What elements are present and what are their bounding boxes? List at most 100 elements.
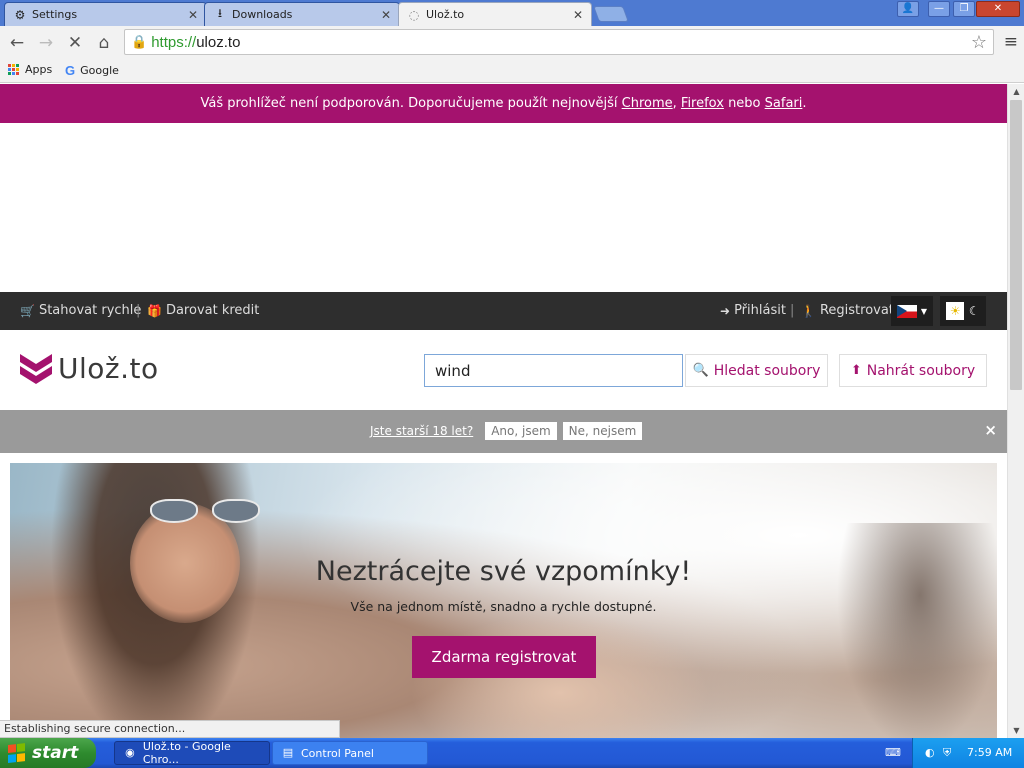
taskbar-item-label: Ulož.to - Google Chro...	[142, 740, 231, 766]
google-icon: G	[65, 63, 76, 78]
ulozto-logo-icon	[20, 353, 52, 384]
close-icon[interactable]: ✕	[573, 8, 583, 22]
age-question-link[interactable]: Jste starší 18 let?	[370, 424, 473, 438]
taskbar-item-chrome[interactable]: ◉ Ulož.to - Google Chro...	[114, 740, 270, 766]
windows-taskbar: start ◉ Ulož.to - Google Chro... ▤ Contr…	[0, 738, 1024, 768]
warning-or: nebo	[723, 96, 765, 111]
home-icon[interactable]: ⌂	[92, 31, 116, 55]
age-yes-button[interactable]: Ano, jsem	[485, 422, 557, 440]
download-fast-label: Stahovat rychle	[38, 303, 142, 318]
scrollbar-thumb[interactable]	[1010, 100, 1022, 390]
keyboard-icon[interactable]: ⌨	[885, 746, 901, 759]
warning-text: Váš prohlížeč není podporován. Doporučuj…	[200, 96, 622, 111]
close-icon[interactable]: ✕	[381, 8, 391, 22]
apps-grid-icon	[8, 64, 19, 75]
czech-flag-icon	[896, 304, 917, 318]
chrome-link[interactable]: Chrome	[622, 96, 673, 111]
maximize-button[interactable]: ❐	[953, 1, 975, 17]
hero-photo-sunglasses	[150, 499, 260, 525]
bookmark-star-icon[interactable]: ☆	[971, 32, 987, 53]
hero-banner: Neztrácejte své vzpomínky! Vše na jednom…	[10, 463, 997, 738]
download-icon: ⭳	[217, 6, 223, 20]
safari-link[interactable]: Safari	[765, 96, 803, 111]
register-free-button[interactable]: Zdarma registrovat	[412, 636, 596, 678]
cart-icon: 🛒	[20, 303, 35, 318]
address-bar[interactable]: 🔒 https:// uloz.to ☆	[124, 29, 994, 55]
hero-title: Neztrácejte své vzpomínky!	[315, 556, 692, 587]
bookmark-google[interactable]: G Google	[65, 63, 119, 78]
control-panel-icon: ▤	[282, 746, 294, 759]
minimize-button[interactable]: —	[928, 1, 950, 17]
bookmark-label: Google	[80, 64, 119, 77]
clock: 7:59 AM	[967, 746, 1013, 759]
security-icon[interactable]: ⛨	[943, 746, 951, 760]
status-bubble: Establishing secure connection...	[0, 720, 340, 738]
tab-downloads[interactable]: ⭳ Downloads ✕	[204, 2, 400, 26]
gear-icon: ⚙	[14, 7, 26, 22]
separator: |	[790, 303, 795, 318]
close-window-button[interactable]: ✕	[976, 1, 1020, 17]
bookmark-apps[interactable]: Apps	[8, 63, 52, 76]
warning-comma: ,	[672, 96, 681, 111]
page-scrollbar[interactable]: ▲ ▼	[1007, 84, 1024, 738]
login-link[interactable]: ➜ Přihlásit	[720, 303, 786, 318]
bookmark-label: Apps	[25, 63, 53, 76]
firefox-link[interactable]: Firefox	[681, 96, 724, 111]
network-icon[interactable]: ◐	[925, 746, 935, 759]
tab-label: Downloads	[232, 8, 293, 21]
url-scheme: https://	[151, 33, 197, 51]
chrome-icon: ◉	[125, 746, 135, 759]
chevron-down-icon: ▼	[920, 306, 928, 316]
browser-toolbar: ← → ✕ ⌂ 🔒 https:// uloz.to ☆ ≡	[0, 26, 1024, 59]
user-profile-icon[interactable]: 👤	[897, 1, 919, 17]
search-button-label: Hledat soubory	[713, 362, 821, 379]
page-viewport: Váš prohlížeč není podporován. Doporučuj…	[0, 84, 1007, 738]
system-tray: ◐ ⛨ 7:59 AM	[912, 738, 1024, 768]
register-label: Registrovat	[819, 303, 894, 318]
taskbar-item-control-panel[interactable]: ▤ Control Panel	[272, 741, 428, 765]
tab-settings[interactable]: ⚙ Settings ✕	[4, 2, 207, 26]
site-logo[interactable]: Ulož.to	[20, 352, 159, 385]
logo-text: Ulož.to	[58, 352, 159, 385]
hero-subtitle: Vše na jednom místě, snadno a rychle dos…	[350, 599, 657, 614]
theme-toggle[interactable]: ☀ ☾	[940, 296, 986, 326]
back-arrow-icon[interactable]: ←	[5, 31, 29, 55]
upload-button[interactable]: ⬆ Nahrát soubory	[839, 354, 987, 387]
download-fast-link[interactable]: 🛒 Stahovat rychle	[20, 303, 141, 318]
donate-credit-link[interactable]: 🎁 Darovat kredit	[147, 303, 259, 318]
search-button[interactable]: 🔍 Hledat soubory	[685, 354, 828, 387]
language-selector[interactable]: ▼	[891, 296, 933, 326]
separator: |	[136, 303, 141, 318]
scroll-down-icon[interactable]: ▼	[1008, 726, 1024, 735]
age-verification-bar: Jste starší 18 let? Ano, jsem Ne, nejsem…	[0, 410, 1007, 453]
taskbar-item-label: Control Panel	[301, 746, 374, 760]
scroll-up-icon[interactable]: ▲	[1008, 87, 1024, 96]
register-link[interactable]: 🚶 Registrovat	[801, 303, 894, 318]
top-navigation-bar: 🛒 Stahovat rychle | 🎁 Darovat kredit ➜ P…	[0, 292, 1007, 330]
stop-loading-icon[interactable]: ✕	[63, 31, 87, 55]
upload-icon: ⬆	[850, 363, 862, 378]
gift-icon: 🎁	[147, 303, 162, 318]
tab-strip: ⚙ Settings ✕ ⭳ Downloads ✕ ◌ Ulož.to ✕ 👤…	[0, 0, 1024, 26]
loading-spinner-icon: ◌	[408, 7, 420, 22]
moon-icon[interactable]: ☾	[969, 304, 980, 318]
search-input[interactable]	[424, 354, 683, 387]
url-host: uloz.to	[196, 33, 241, 51]
age-no-button[interactable]: Ne, nejsem	[562, 422, 643, 440]
close-icon[interactable]: ×	[984, 421, 997, 439]
start-label: start	[32, 743, 79, 763]
start-button[interactable]: start	[0, 738, 96, 768]
tab-label: Settings	[32, 8, 78, 21]
new-tab-button[interactable]	[593, 6, 629, 22]
site-header: Ulož.to 🔍 Hledat soubory ⬆ Nahrát soubor…	[0, 330, 1007, 410]
search-icon: 🔍	[692, 363, 709, 378]
ad-space	[0, 123, 1007, 292]
tab-ulozto[interactable]: ◌ Ulož.to ✕	[398, 2, 592, 26]
warning-period: .	[802, 96, 807, 111]
login-label: Přihlásit	[734, 303, 786, 318]
menu-icon[interactable]: ≡	[1004, 32, 1018, 52]
close-icon[interactable]: ✕	[188, 8, 198, 22]
sun-icon[interactable]: ☀	[946, 302, 965, 320]
forward-arrow-icon[interactable]: →	[34, 31, 58, 55]
donate-credit-label: Darovat kredit	[165, 303, 260, 318]
